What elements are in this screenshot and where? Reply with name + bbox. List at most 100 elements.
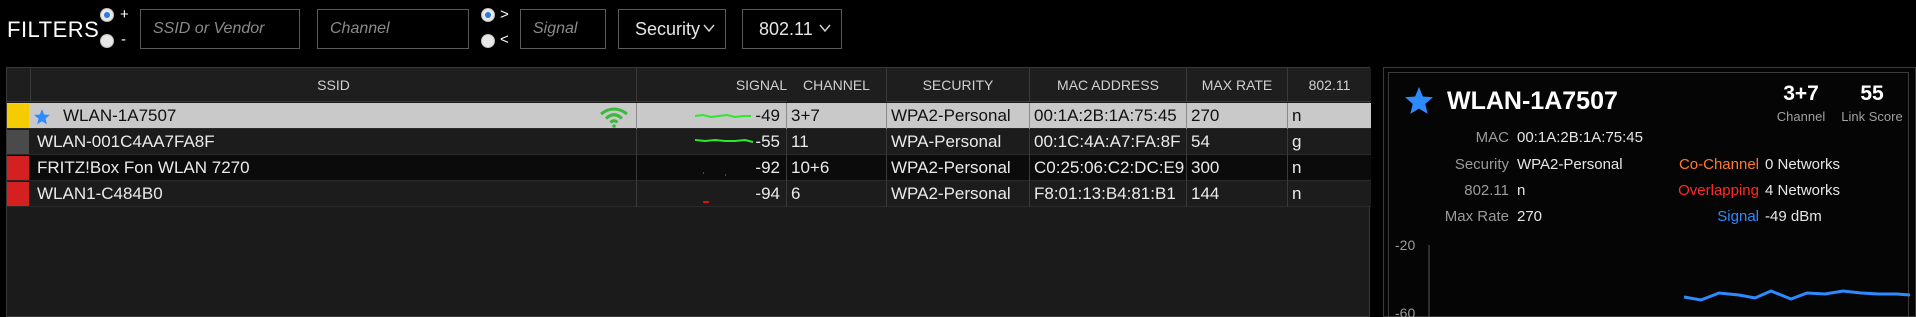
detail-signal-label: Signal xyxy=(1717,208,1759,225)
cell-dot11: n xyxy=(1292,158,1302,177)
filter-bar: FILTERS + - > < Security 802.11 xyxy=(0,0,1916,60)
row-color-tag xyxy=(7,156,29,180)
cell-max-rate: 270 xyxy=(1187,103,1288,129)
exclude-radio-label: - xyxy=(121,31,126,48)
cell-mac: 00:1A:2B:1A:75:45 xyxy=(1030,103,1187,129)
table-row[interactable]: WLAN1-C484B0 -94 6 WPA2-Personal F8:01:1… xyxy=(7,181,1371,207)
star-icon[interactable] xyxy=(1403,85,1435,117)
header-mac[interactable]: MAC ADDRESS xyxy=(1030,68,1187,102)
signal-sparkline xyxy=(703,172,726,176)
header-color xyxy=(7,68,31,102)
detail-dot11-label: 802.11 xyxy=(1464,182,1509,199)
row-color-tag xyxy=(7,182,29,206)
cell-max-rate: 144 xyxy=(1187,181,1288,207)
security-dropdown[interactable]: Security xyxy=(618,9,726,49)
header-ssid[interactable]: SSID xyxy=(31,68,637,102)
ssid-vendor-input[interactable] xyxy=(140,9,300,49)
detail-link-score-label: Link Score xyxy=(1841,109,1903,124)
network-detail-panel: WLAN-1A7507 3+7 Channel 55 Link Score MA… xyxy=(1383,67,1916,317)
detail-co-channel-label: Co-Channel xyxy=(1678,156,1759,173)
cell-max-rate: 300 xyxy=(1187,155,1288,181)
detail-signal-value: -49 dBm xyxy=(1765,208,1822,225)
cell-security: WPA-Personal xyxy=(887,129,1030,155)
detail-max-rate-label: Max Rate xyxy=(1444,208,1509,225)
row-color-tag xyxy=(7,130,29,154)
filters-title: FILTERS xyxy=(7,17,100,42)
cell-mac: C0:25:06:C2:DC:E9 xyxy=(1030,155,1187,181)
cell-mac: F8:01:13:B4:81:B1 xyxy=(1030,181,1187,207)
network-table: SSID SIGNAL CHANNEL SECURITY MAC ADDRESS… xyxy=(6,67,1371,317)
table-header: SSID SIGNAL CHANNEL SECURITY MAC ADDRESS… xyxy=(7,68,1371,102)
detail-mac-value: 00:1A:2B:1A:75:45 xyxy=(1517,129,1643,146)
cell-security: WPA2-Personal xyxy=(887,155,1030,181)
signal-history-graph: -20 -60 xyxy=(1389,233,1910,317)
header-max-rate[interactable]: MAX RATE xyxy=(1187,68,1288,102)
detail-link-score-value: 55 xyxy=(1860,82,1884,105)
signal-text: -92 xyxy=(755,158,780,177)
ssid-text: WLAN1-C484B0 xyxy=(37,184,163,203)
signal-input[interactable] xyxy=(520,9,606,49)
cell-security: WPA2-Personal xyxy=(887,181,1030,207)
signal-history-line xyxy=(1683,289,1910,302)
signal-text: -94 xyxy=(755,184,780,203)
table-row[interactable]: FRITZ!Box Fon WLAN 7270 -92 10+6 WPA2-Pe… xyxy=(7,155,1371,181)
chevron-down-icon xyxy=(703,24,715,33)
cell-mac: 00:1C:4A:A7:FA:8F xyxy=(1030,129,1187,155)
detail-co-channel-value: 0 Networks xyxy=(1765,156,1841,173)
detail-overlapping-label: Overlapping xyxy=(1678,182,1759,199)
header-signal-zone xyxy=(637,68,787,102)
star-icon[interactable] xyxy=(33,108,51,126)
include-radio[interactable] xyxy=(100,8,114,22)
signal-text: -49 xyxy=(755,106,780,125)
cell-ssid: FRITZ!Box Fon WLAN 7270 xyxy=(31,155,637,181)
chevron-down-icon xyxy=(819,24,831,33)
signal-less-label: < xyxy=(500,31,509,48)
detail-security-value: WPA2-Personal xyxy=(1517,156,1623,173)
cell-dot11: n xyxy=(1292,184,1302,203)
dot11-dropdown[interactable]: 802.11 xyxy=(742,9,842,49)
header-dot11[interactable]: 802.11 xyxy=(1288,68,1371,102)
cell-channel: 10+6 xyxy=(787,155,887,181)
sparkline-path xyxy=(695,113,751,119)
detail-dot11-value: n xyxy=(1517,182,1526,199)
detail-title: WLAN-1A7507 xyxy=(1447,87,1618,115)
signal-history-chart xyxy=(1428,245,1910,317)
ssid-text: FRITZ!Box Fon WLAN 7270 xyxy=(37,158,250,177)
detail-channel-label: Channel xyxy=(1776,109,1826,124)
sparkline-path xyxy=(703,172,726,176)
include-radio-label: + xyxy=(120,6,129,23)
cell-security: WPA2-Personal xyxy=(887,103,1030,129)
cell-max-rate: 54 xyxy=(1187,129,1288,155)
ssid-text: WLAN-001C4AA7FA8F xyxy=(37,132,215,151)
cell-ssid: WLAN1-C484B0 xyxy=(31,181,637,207)
cell-channel: 11 xyxy=(787,129,887,155)
cell-dot11: g xyxy=(1292,132,1302,151)
detail-overlapping-value: 4 Networks xyxy=(1765,182,1841,199)
security-dropdown-label: Security xyxy=(635,18,701,39)
signal-greater-radio[interactable] xyxy=(481,8,495,22)
cell-channel: 6 xyxy=(787,181,887,207)
signal-greater-label: > xyxy=(500,6,509,23)
detail-channel-value: 3+7 xyxy=(1783,82,1819,105)
header-channel[interactable]: CHANNEL xyxy=(787,68,887,102)
signal-sparkline xyxy=(695,113,751,119)
header-security[interactable]: SECURITY xyxy=(887,68,1030,102)
detail-mac-label: MAC xyxy=(1475,129,1509,146)
channel-input[interactable] xyxy=(317,9,469,49)
cell-ssid: WLAN-1A7507 xyxy=(31,103,637,129)
detail-max-rate-value: 270 xyxy=(1517,208,1543,225)
exclude-radio[interactable] xyxy=(100,34,114,48)
sparkline-path xyxy=(695,138,754,143)
table-row[interactable]: WLAN-1A7507 -49 3+7 WPA2-Personal 00:1A:… xyxy=(7,103,1371,129)
dot11-dropdown-label: 802.11 xyxy=(759,18,813,39)
cell-channel: 3+7 xyxy=(787,103,887,129)
signal-text: -55 xyxy=(755,132,780,151)
signal-sparkline xyxy=(703,201,709,203)
cell-dot11: n xyxy=(1292,106,1302,125)
signal-sparkline xyxy=(695,138,754,143)
detail-panel-inner: WLAN-1A7507 3+7 Channel 55 Link Score MA… xyxy=(1388,72,1910,317)
ssid-text: WLAN-1A7507 xyxy=(63,106,177,125)
table-row[interactable]: WLAN-001C4AA7FA8F -55 11 WPA-Personal 00… xyxy=(7,129,1371,155)
signal-less-radio[interactable] xyxy=(481,34,495,48)
cell-ssid: WLAN-001C4AA7FA8F xyxy=(31,129,637,155)
